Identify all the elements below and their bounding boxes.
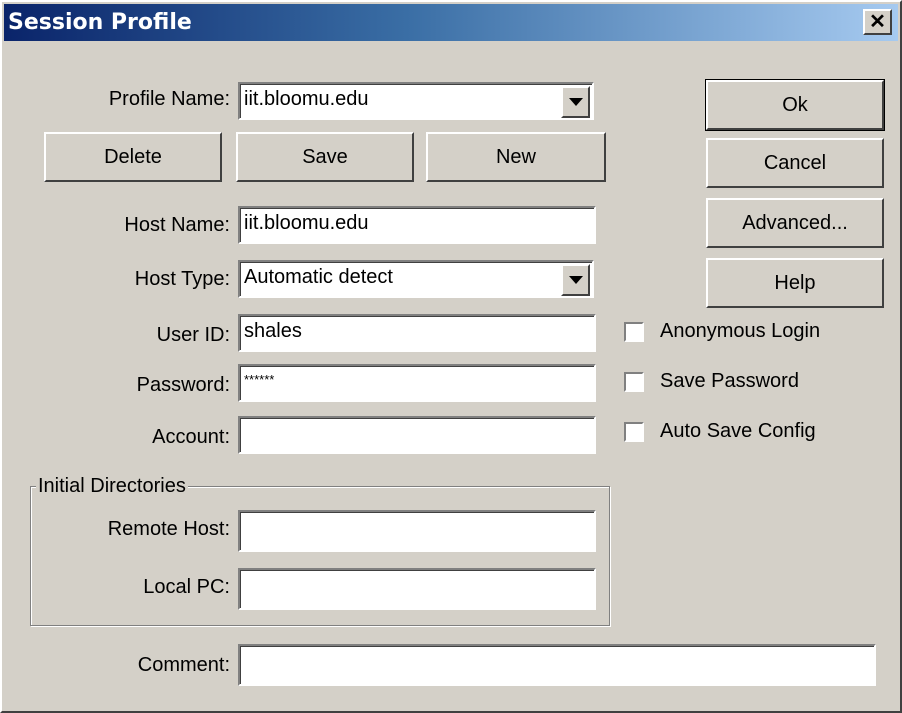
auto-save-config-label[interactable]: Auto Save Config (660, 420, 816, 443)
ok-button-label: Ok (782, 93, 808, 116)
comment-input[interactable] (238, 644, 876, 686)
new-button[interactable]: New (426, 132, 606, 182)
remote-host-input[interactable] (238, 510, 596, 552)
host-name-value: iit.bloomu.edu (244, 212, 369, 234)
new-button-label: New (495, 145, 536, 168)
chevron-down-icon (569, 98, 583, 106)
host-type-combobox[interactable]: Automatic detect (238, 260, 594, 298)
help-button-label: Help (774, 271, 816, 294)
local-pc-label: Local PC: (143, 576, 230, 598)
help-button[interactable]: Help (706, 258, 884, 308)
account-label: Account: (152, 426, 230, 448)
save-password-label[interactable]: Save Password (660, 370, 799, 393)
cancel-button[interactable]: Cancel (706, 138, 884, 188)
remote-host-label: Remote Host: (107, 518, 230, 540)
chevron-down-icon (569, 276, 583, 284)
session-profile-dialog: Session Profile ✕ Profile Name: iit.bloo… (0, 0, 902, 713)
advanced-button-label: Advanced... (742, 211, 848, 234)
auto-save-config-checkbox[interactable] (624, 422, 644, 442)
close-icon: ✕ (869, 11, 886, 33)
password-input[interactable]: ****** (238, 364, 596, 402)
host-name-label: Host Name: (124, 214, 230, 236)
anonymous-login-label[interactable]: Anonymous Login (660, 320, 820, 343)
close-button[interactable]: ✕ (863, 9, 892, 35)
ok-button[interactable]: Ok (705, 79, 885, 131)
user-id-value: shales (244, 320, 302, 342)
cancel-button-label: Cancel (763, 151, 827, 174)
password-value: ****** (244, 372, 275, 387)
host-type-value: Automatic detect (244, 266, 393, 288)
user-id-label: User ID: (156, 324, 230, 346)
window-title: Session Profile (8, 10, 192, 35)
profile-name-dropdown-button[interactable] (561, 86, 590, 118)
comment-label: Comment: (137, 654, 230, 676)
password-label: Password: (136, 374, 230, 396)
initial-directories-legend: Initial Directories (36, 475, 188, 498)
host-type-dropdown-button[interactable] (561, 264, 590, 296)
save-button[interactable]: Save (236, 132, 414, 182)
save-password-checkbox[interactable] (624, 372, 644, 392)
account-input[interactable] (238, 416, 596, 454)
save-button-label: Save (302, 145, 348, 168)
delete-button-label: Delete (104, 145, 162, 168)
delete-button[interactable]: Delete (44, 132, 222, 182)
profile-name-label: Profile Name: (108, 88, 230, 110)
title-bar[interactable]: Session Profile ✕ (4, 4, 898, 41)
advanced-button[interactable]: Advanced... (706, 198, 884, 248)
anonymous-login-checkbox[interactable] (624, 322, 644, 342)
user-id-input[interactable]: shales (238, 314, 596, 352)
local-pc-input[interactable] (238, 568, 596, 610)
host-name-input[interactable]: iit.bloomu.edu (238, 206, 596, 244)
profile-name-combobox[interactable]: iit.bloomu.edu (238, 82, 594, 120)
host-type-label: Host Type: (134, 268, 230, 290)
profile-name-value: iit.bloomu.edu (244, 88, 369, 110)
